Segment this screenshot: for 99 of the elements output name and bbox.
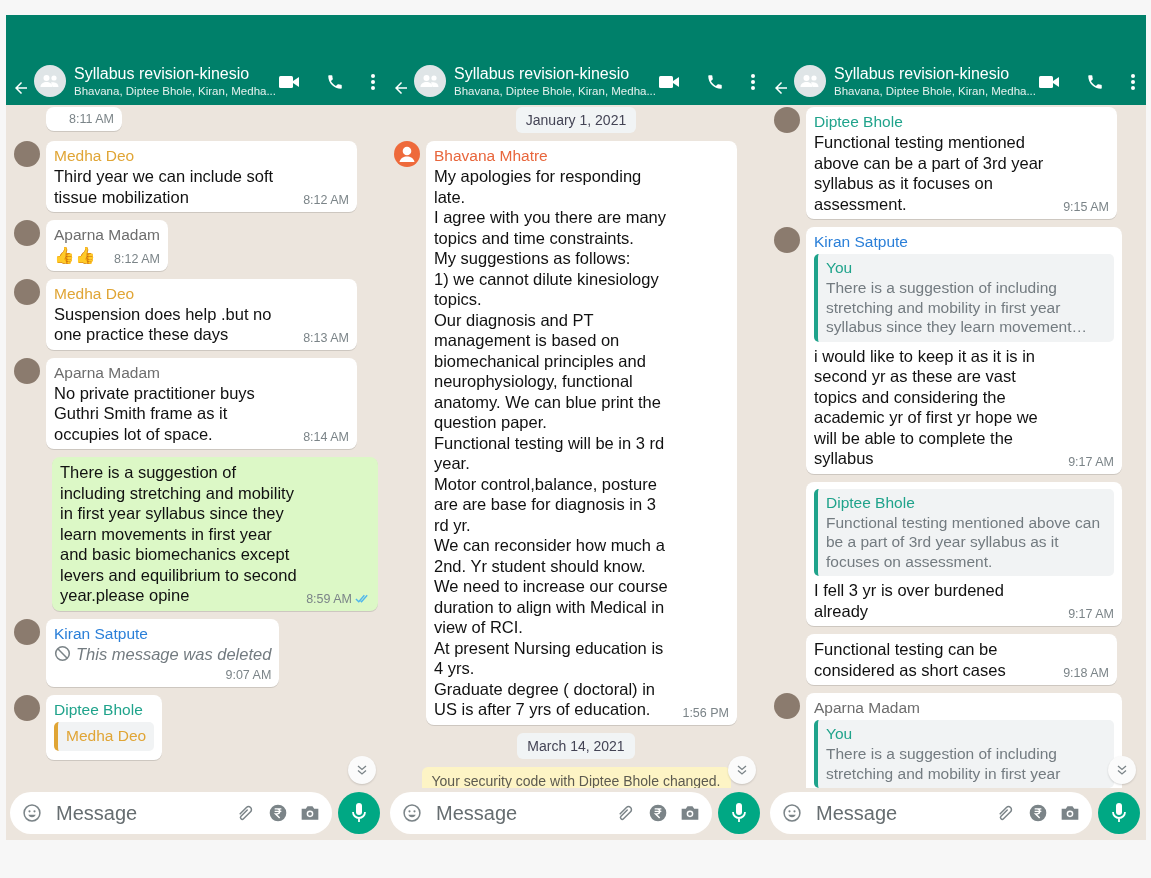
date-chip: January 1, 2021 [515, 107, 637, 133]
avatar-photo[interactable] [14, 618, 40, 645]
phone-icon[interactable] [706, 73, 724, 91]
double-chevron-icon [356, 764, 368, 776]
message-time: 8:59 AM [306, 591, 370, 606]
microphone-button[interactable] [718, 792, 760, 834]
message-text: Suspension does help .but no one practice these days [54, 303, 273, 345]
microphone-icon [351, 802, 367, 824]
message-text: There is a suggestion of including stretching and mobility in first year syllabus since they learn movements in first year and basic biomechanics except levers and equilibrium to second year.please opine [60, 462, 298, 606]
microphone-button[interactable] [1098, 792, 1140, 834]
sender-name: Diptee Bhole [54, 700, 144, 720]
microphone-icon [1111, 802, 1127, 824]
sender-name: Bhavana Mhatre [434, 146, 549, 166]
avatar-photo[interactable] [14, 695, 40, 721]
group-avatar-icon[interactable] [414, 65, 446, 97]
sender-name: Aparna Madam [54, 225, 160, 245]
group-members: Bhavana, Diptee Bhole, Kiran, Medha... [834, 85, 1034, 97]
sender-name: Medha Deo [54, 283, 136, 304]
more-options-icon[interactable] [750, 73, 756, 91]
deleted-icon [54, 645, 71, 663]
phone-icon[interactable] [1086, 73, 1104, 91]
message-time: 9:17 AM [1068, 454, 1114, 469]
group-name[interactable]: Syllabus revision-kinesio [834, 65, 1034, 83]
double-chevron-icon [736, 764, 748, 776]
scroll-down-button[interactable] [728, 756, 756, 784]
video-call-icon[interactable] [278, 74, 300, 90]
message-text: Functional testing can be considered as short cases [814, 639, 1007, 680]
video-call-icon[interactable] [658, 74, 680, 90]
video-call-icon[interactable] [1038, 74, 1060, 90]
message-time: 9:07 AM [225, 668, 272, 682]
emoji-icon[interactable] [22, 803, 42, 823]
message-bar[interactable]: Message [390, 792, 712, 834]
quoted-sender: You [826, 258, 854, 278]
emoji-icon[interactable] [782, 803, 802, 823]
sender-name: Aparna Madam [54, 362, 161, 383]
more-options-icon[interactable] [1130, 73, 1136, 91]
date-chip: March 14, 2021 [517, 732, 635, 759]
message-bar[interactable]: Message [770, 792, 1092, 834]
message-time: 8:11 AM [69, 112, 114, 126]
system-notice: Your security code with Diptee Bhole changed. [421, 766, 731, 788]
double-chevron-icon [1116, 764, 1128, 776]
message-text: i would like to keep it as it is in second yr as these are vast topics and considering the academic yr of first yr hope we will be able to complete the syllabus [814, 345, 1039, 469]
quoted-text: There is a suggestion of including stretching and mobility in first year syllabus since they learn movement… [826, 278, 1089, 337]
sender-name: Kiran Satpute [54, 623, 149, 644]
microphone-icon [731, 802, 747, 824]
scroll-down-button[interactable] [1108, 756, 1136, 784]
group-avatar-icon[interactable] [794, 65, 826, 97]
camera-icon[interactable] [1060, 804, 1080, 822]
quoted-sender: Diptee Bhole [826, 492, 916, 513]
rupee-icon[interactable] [648, 803, 668, 823]
quoted-message[interactable]: You There is a suggestion of including stretching and mobility in first year [814, 720, 1114, 788]
message-time: 8:12 AM [303, 193, 349, 207]
microphone-button[interactable] [338, 792, 380, 834]
emoji-icon[interactable] [402, 803, 422, 823]
group-name[interactable]: Syllabus revision-kinesio [74, 65, 274, 83]
message-text: No private practitioner buys Guthri Smith frame as it occupies lot of space. [54, 382, 256, 444]
message-bar[interactable]: Message [10, 792, 332, 834]
sender-name: Kiran Satpute [814, 232, 909, 252]
avatar-photo[interactable] [774, 693, 800, 719]
camera-icon[interactable] [300, 804, 320, 822]
rupee-icon[interactable] [268, 803, 288, 823]
message-time: 9:18 AM [1063, 666, 1109, 680]
avatar-photo[interactable] [14, 278, 40, 305]
quoted-sender: You [826, 724, 854, 744]
scroll-down-button[interactable] [348, 756, 376, 784]
message-text: Functional testing mentioned above can be a part of 3rd year syllabus as it focuses on assessment. [814, 132, 1045, 214]
avatar-photo[interactable] [14, 220, 40, 246]
camera-icon[interactable] [680, 804, 700, 822]
group-members: Bhavana, Diptee Bhole, Kiran, Medha... [454, 85, 654, 97]
group-name[interactable]: Syllabus revision-kinesio [454, 65, 654, 83]
quoted-message[interactable]: Diptee Bhole Functional testing mentioned above can be a part of 3rd year syllabus as it focuses on assessment. [814, 488, 1114, 576]
sender-name: Aparna Madam [814, 698, 921, 718]
avatar-photo[interactable] [14, 357, 40, 384]
message-text: 👍👍 [54, 245, 97, 266]
message-time: 9:17 AM [1068, 607, 1114, 621]
avatar-photo[interactable] [14, 141, 40, 167]
message-time: 8:12 AM [114, 251, 160, 266]
deleted-notice: This message was deleted [76, 643, 272, 664]
message-time: 8:13 AM [303, 330, 349, 345]
avatar-photo[interactable] [774, 227, 800, 253]
group-avatar-icon[interactable] [34, 65, 66, 97]
quoted-text: There is a suggestion of including stretching and mobility in first year [826, 744, 1062, 783]
message-text: My apologies for responding late. I agree with you there are many topics and time constraints. My suggestions as follows: 1) we cannot dilute kinesiology topics. Our diagnosis and PT management is based on biomechanical principles and neurophysiology, functional anatomy. We can blue print the question paper. Functional testing will be in 3 rd year. Motor control,balance, posture are are base for diagnosis in 3 rd yr. We can reconsider how much a 2nd. Yr student should know. We need to increase our course duration to align with Medical in view of RCI. At present Nursing education is 4 yrs. Graduate degree ( doctoral) in US is after 7 yrs of education. [434, 166, 669, 720]
quoted-sender: Medha Deo [66, 726, 147, 746]
rupee-icon[interactable] [1028, 803, 1048, 823]
person-avatar-icon[interactable] [394, 141, 420, 167]
more-options-icon[interactable] [370, 73, 376, 91]
sender-name: Diptee Bhole [814, 112, 904, 132]
message-time: 8:14 AM [303, 430, 349, 444]
message-time: 9:15 AM [1063, 200, 1109, 214]
message-text: Third year we can include soft tissue mobilization [54, 166, 275, 207]
phone-icon[interactable] [326, 73, 344, 91]
message-time: 1:56 PM [682, 705, 729, 720]
group-members: Bhavana, Diptee Bhole, Kiran, Medha... [74, 85, 274, 97]
quoted-message[interactable]: You There is a suggestion of including stretching and mobility in first year syllabus since they learn movement… [814, 254, 1114, 342]
quoted-text: Functional testing mentioned above can be a part of 3rd year syllabus as it focuses on assessment. [826, 512, 1101, 571]
avatar-photo[interactable] [774, 107, 800, 133]
message-text: I fell 3 yr is over burdened already [814, 580, 1005, 621]
sender-name: Medha Deo [54, 146, 136, 166]
